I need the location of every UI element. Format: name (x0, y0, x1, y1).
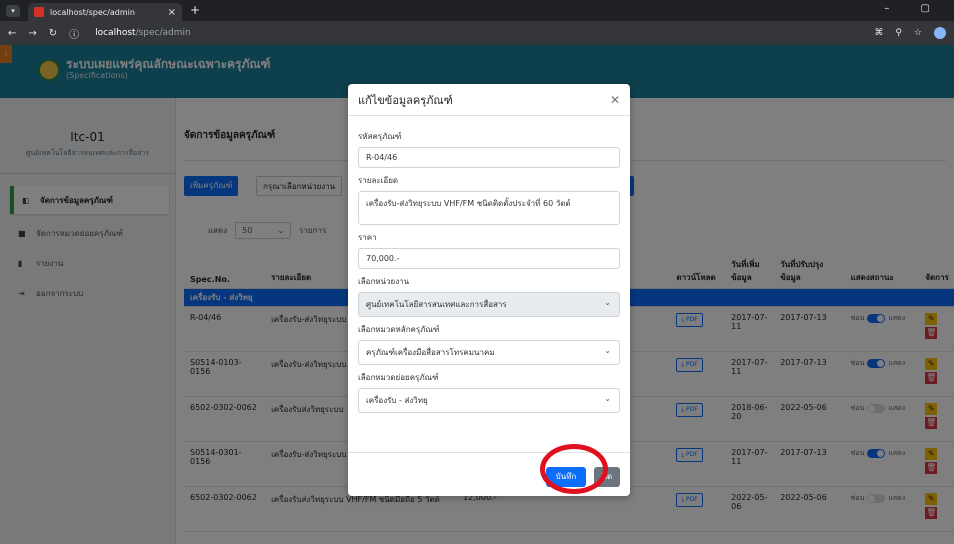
maincat-select-value: ครุภัณฑ์เครื่องมือสื่อสารโทรคมนาคม (366, 348, 495, 357)
chevron-down-icon: ⌄ (604, 298, 611, 307)
new-tab-icon[interactable]: + (190, 3, 200, 17)
subcat-select[interactable]: เครื่องรับ - ส่งวิทยุ ⌄ (358, 388, 620, 413)
back-icon[interactable]: ← (8, 28, 16, 39)
unit-select[interactable]: ศูนย์เทคโนโลยีสารสนเทศและการสื่อสาร ⌄ (358, 292, 620, 317)
code-label: รหัสครุภัณฑ์ (358, 132, 402, 141)
forward-icon[interactable]: → (28, 28, 36, 39)
url-host: localhost (95, 28, 136, 38)
tab-close-icon[interactable]: × (168, 7, 176, 18)
modal-title: แก้ไขข้อมูลครุภัณฑ์ (358, 93, 453, 107)
url-field[interactable]: localhost/spec/admin (95, 28, 191, 38)
profile-avatar[interactable] (934, 27, 946, 39)
highlight-circle (540, 444, 608, 494)
window-controls[interactable]: – ▢ (884, 3, 944, 14)
site-info-icon[interactable]: ⓘ (69, 26, 79, 41)
detail-textarea[interactable]: เครื่องรับ-ส่งวิทยุระบบ VHF/FM ชนิดติดตั… (358, 191, 620, 225)
chevron-down-icon: ⌄ (604, 346, 611, 355)
maincat-select[interactable]: ครุภัณฑ์เครื่องมือสื่อสารโทรคมนาคม ⌄ (358, 340, 620, 365)
bookmark-star-icon[interactable]: ☆ (914, 28, 922, 38)
favicon-icon (34, 7, 44, 17)
url-path: /spec/admin (135, 28, 191, 38)
reload-icon[interactable]: ↻ (49, 28, 57, 39)
detail-label: รายละเอียด (358, 176, 399, 185)
translate-icon[interactable]: ⌘ (874, 28, 883, 38)
subcat-label: เลือกหมวดย่อยครุภัณฑ์ (358, 373, 439, 382)
close-icon[interactable]: ✕ (610, 93, 620, 107)
code-input[interactable]: R-04/46 (358, 147, 620, 168)
unit-label: เลือกหน่วยงาน (358, 277, 410, 286)
browser-tabbar: ▾ localhost/spec/admin × + – ▢ (0, 0, 954, 21)
modal-header: แก้ไขข้อมูลครุภัณฑ์ ✕ (348, 84, 630, 116)
tab-title: localhost/spec/admin (50, 7, 135, 17)
maincat-label: เลือกหมวดหลักครุภัณฑ์ (358, 325, 440, 334)
address-bar: ← → ↻ ⓘ localhost/spec/admin ⌘ ⚲ ☆ (0, 21, 954, 45)
price-label: ราคา (358, 233, 377, 242)
subcat-select-value: เครื่องรับ - ส่งวิทยุ (366, 396, 428, 405)
zoom-icon[interactable]: ⚲ (895, 28, 902, 38)
chevron-down-icon: ⌄ (604, 394, 611, 403)
edit-equipment-modal: แก้ไขข้อมูลครุภัณฑ์ ✕ รหัสครุภัณฑ์ R-04/… (348, 84, 630, 496)
browser-tab[interactable]: localhost/spec/admin × (28, 3, 182, 21)
unit-select-value: ศูนย์เทคโนโลยีสารสนเทศและการสื่อสาร (366, 300, 507, 309)
price-input[interactable]: 70,000.- (358, 248, 620, 269)
tab-search-icon[interactable]: ▾ (6, 5, 20, 17)
modal-body: รหัสครุภัณฑ์ R-04/46 รายละเอียด เครื่องร… (348, 116, 630, 421)
